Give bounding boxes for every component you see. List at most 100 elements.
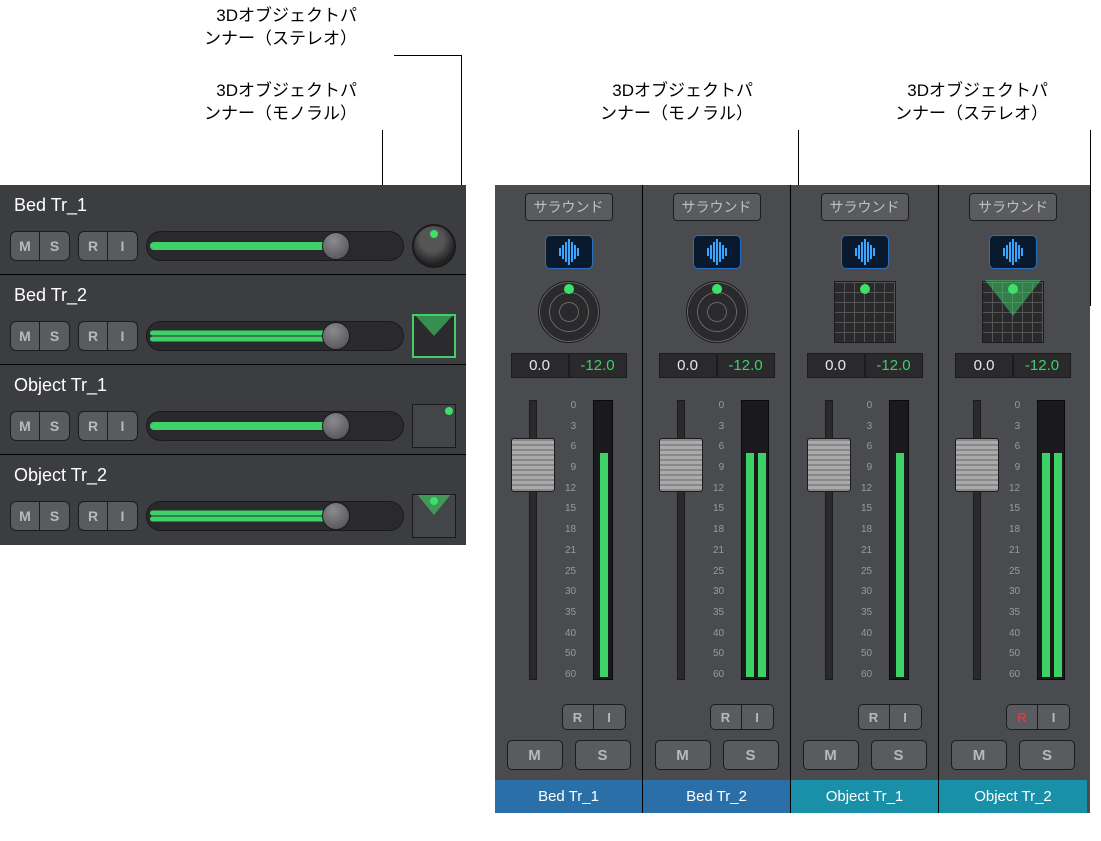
surround-button[interactable]: サラウンド — [821, 193, 909, 221]
track-name: Object Tr_1 — [10, 375, 456, 396]
input-button[interactable]: I — [108, 501, 138, 531]
mute-button[interactable]: M — [10, 231, 40, 261]
volume-value[interactable]: -12.0 — [1013, 353, 1071, 378]
mute-button[interactable]: M — [10, 321, 40, 351]
channel-name[interactable]: Object Tr_2 — [939, 780, 1087, 813]
mute-button[interactable]: M — [803, 740, 859, 770]
fader-cap[interactable] — [807, 438, 851, 492]
mute-button[interactable]: M — [951, 740, 1007, 770]
volume-value[interactable]: -12.0 — [569, 353, 627, 378]
track-row: Object Tr_2 M S R I — [0, 455, 466, 545]
record-button[interactable]: R — [710, 704, 742, 730]
pan-value[interactable]: 0.0 — [807, 353, 865, 378]
input-button[interactable]: I — [742, 704, 774, 730]
track-row: Bed Tr_1 M S R I — [0, 185, 466, 275]
record-button[interactable]: R — [1006, 704, 1038, 730]
mute-button[interactable]: M — [10, 501, 40, 531]
mute-button[interactable]: M — [655, 740, 711, 770]
pan-value[interactable]: 0.0 — [659, 353, 717, 378]
solo-button[interactable]: S — [575, 740, 631, 770]
surround-panner[interactable] — [686, 281, 748, 343]
record-button[interactable]: R — [78, 501, 108, 531]
surround-button[interactable]: サラウンド — [673, 193, 761, 221]
solo-button[interactable]: S — [40, 321, 70, 351]
callout-right-mono: 3Dオブジェクトパ ンナー（モノラル） — [600, 80, 753, 126]
pan-value[interactable]: 0.0 — [511, 353, 569, 378]
3d-object-panner-stereo[interactable] — [412, 494, 456, 538]
input-format-icon[interactable] — [545, 235, 593, 269]
mute-solo-pill: M S — [10, 411, 70, 441]
input-button[interactable]: I — [108, 321, 138, 351]
record-button[interactable]: R — [562, 704, 594, 730]
volume-value[interactable]: -12.0 — [865, 353, 923, 378]
pan-value[interactable]: 0.0 — [955, 353, 1013, 378]
surround-panner[interactable] — [538, 281, 600, 343]
volume-slider[interactable] — [146, 321, 404, 351]
record-button[interactable]: R — [78, 411, 108, 441]
record-button[interactable]: R — [78, 231, 108, 261]
fader-cap[interactable] — [511, 438, 555, 492]
volume-slider[interactable] — [146, 501, 404, 531]
fader-scale: 036912151821253035405060 — [713, 400, 724, 680]
input-button[interactable]: I — [890, 704, 922, 730]
surround-button[interactable]: サラウンド — [969, 193, 1057, 221]
record-input-pill: R I — [78, 411, 138, 441]
record-input-pill: R I — [78, 231, 138, 261]
track-name: Bed Tr_1 — [10, 195, 456, 216]
record-button[interactable]: R — [858, 704, 890, 730]
input-format-icon[interactable] — [841, 235, 889, 269]
fader-scale: 036912151821253035405060 — [861, 400, 872, 680]
track-row: Object Tr_1 M S R I — [0, 365, 466, 455]
track-name: Bed Tr_2 — [10, 285, 456, 306]
mute-button[interactable]: M — [10, 411, 40, 441]
callout-line — [1090, 130, 1091, 306]
input-button[interactable]: I — [108, 411, 138, 441]
solo-button[interactable]: S — [723, 740, 779, 770]
callout-right-stereo: 3Dオブジェクトパ ンナー（ステレオ） — [895, 80, 1048, 126]
callout-left-mono: 3Dオブジェクトパ ンナー（モノラル） — [204, 80, 357, 126]
3d-object-panner-mono[interactable] — [412, 404, 456, 448]
solo-button[interactable]: S — [40, 411, 70, 441]
solo-button[interactable]: S — [1019, 740, 1075, 770]
track-row: Bed Tr_2 M S R I — [0, 275, 466, 365]
pan-knob[interactable] — [412, 224, 456, 268]
record-button[interactable]: R — [78, 321, 108, 351]
channel-name[interactable]: Bed Tr_2 — [643, 780, 790, 813]
solo-button[interactable]: S — [871, 740, 927, 770]
mute-solo-pill: M S — [10, 321, 70, 351]
3d-object-panner-stereo[interactable] — [982, 281, 1044, 343]
channel-strip: サラウンド 0.0 -12.0 036912151821253035405060… — [791, 185, 939, 813]
fader-scale: 036912151821253035405060 — [565, 400, 576, 680]
track-list-panel: Bed Tr_1 M S R I Bed Tr_2 M S — [0, 185, 466, 545]
fader-cap[interactable] — [955, 438, 999, 492]
input-button[interactable]: I — [108, 231, 138, 261]
channel-strip: サラウンド 0.0 -12.0 036912151821253035405060… — [939, 185, 1087, 813]
level-meter — [593, 400, 613, 680]
fader-cap[interactable] — [659, 438, 703, 492]
surround-panner[interactable] — [412, 314, 456, 358]
channel-strip: サラウンド 0.0 -12.0 036912151821253035405060… — [495, 185, 643, 813]
mute-solo-pill: M S — [10, 501, 70, 531]
solo-button[interactable]: S — [40, 501, 70, 531]
mute-button[interactable]: M — [507, 740, 563, 770]
volume-value[interactable]: -12.0 — [717, 353, 775, 378]
track-name: Object Tr_2 — [10, 465, 456, 486]
mixer-panel: サラウンド 0.0 -12.0 036912151821253035405060… — [495, 185, 1090, 813]
input-format-icon[interactable] — [989, 235, 1037, 269]
channel-strip: サラウンド 0.0 -12.0 036912151821253035405060… — [643, 185, 791, 813]
level-meter — [889, 400, 909, 680]
volume-slider[interactable] — [146, 231, 404, 261]
channel-name[interactable]: Bed Tr_1 — [495, 780, 642, 813]
input-button[interactable]: I — [1038, 704, 1070, 730]
surround-button[interactable]: サラウンド — [525, 193, 613, 221]
input-button[interactable]: I — [594, 704, 626, 730]
callout-line — [394, 55, 462, 56]
input-format-icon[interactable] — [693, 235, 741, 269]
solo-button[interactable]: S — [40, 231, 70, 261]
3d-object-panner-mono[interactable] — [834, 281, 896, 343]
volume-slider[interactable] — [146, 411, 404, 441]
channel-name[interactable]: Object Tr_1 — [791, 780, 938, 813]
record-input-pill: R I — [78, 501, 138, 531]
mute-solo-pill: M S — [10, 231, 70, 261]
callout-left-stereo: 3Dオブジェクトパ ンナー（ステレオ） — [204, 5, 357, 51]
